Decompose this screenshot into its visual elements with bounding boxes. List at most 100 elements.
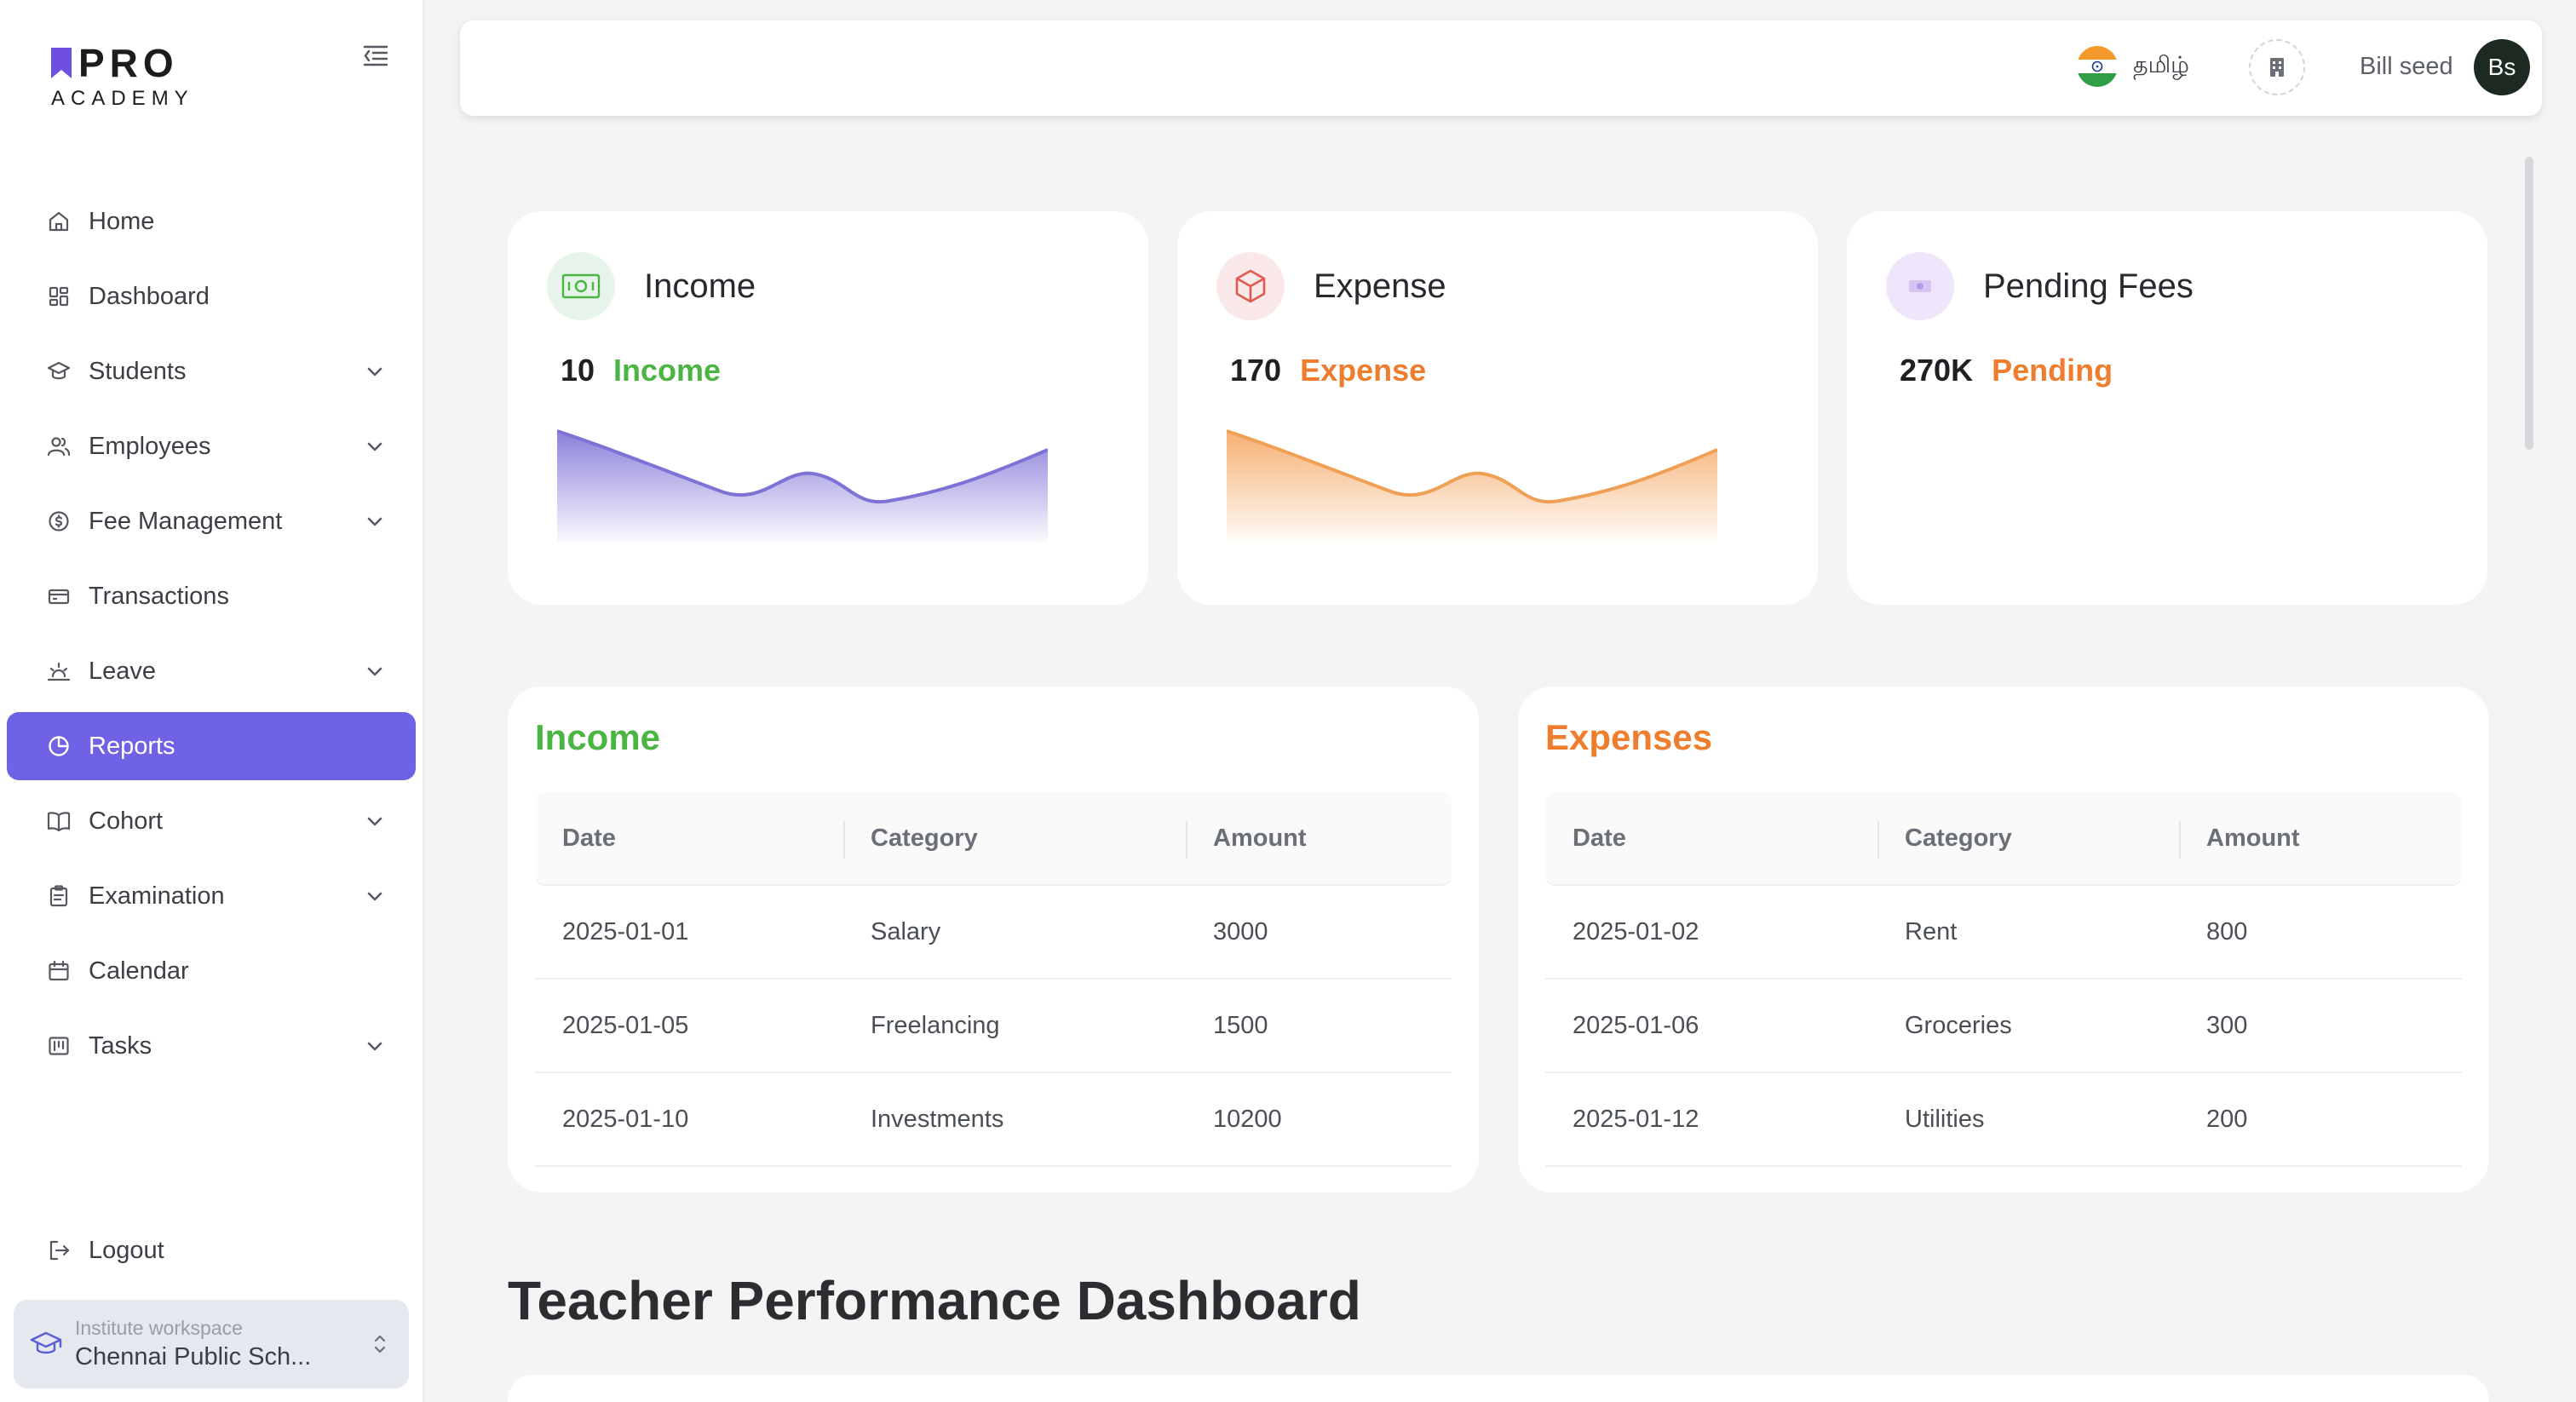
chevron-up-down-icon <box>374 1335 386 1353</box>
column-header-category[interactable]: Category <box>1877 820 2179 859</box>
sidebar-item-label: Transactions <box>89 582 229 610</box>
sidebar-item-employees[interactable]: Employees <box>7 412 416 480</box>
chevron-down-icon[interactable] <box>365 511 385 531</box>
expense-table-title: Expenses <box>1545 717 1713 757</box>
card-value-number: 10 <box>561 353 595 388</box>
brand-name: PRO <box>78 41 179 85</box>
main-scrollbar[interactable] <box>2525 157 2535 1402</box>
logout-button[interactable]: Logout <box>7 1216 416 1284</box>
sidebar-item-label: Cohort <box>89 807 164 835</box>
sidebar-item-students[interactable]: Students <box>7 337 416 405</box>
scrollbar-thumb[interactable] <box>2525 157 2533 450</box>
sidebar-item-cohort[interactable]: Cohort <box>7 787 416 855</box>
column-header-amount[interactable]: Amount <box>1186 820 1452 859</box>
cell-category: Rent <box>1905 917 1958 945</box>
card-value-number: 270K <box>1900 353 1974 388</box>
calendar-icon <box>46 958 72 984</box>
india-flag-icon <box>2077 46 2118 87</box>
cell-date: 2025-01-05 <box>562 1011 689 1039</box>
user-name[interactable]: Bill seed <box>2360 53 2453 81</box>
workspace-label: Institute workspace <box>75 1317 243 1339</box>
sidebar-item-label: Dashboard <box>89 282 210 310</box>
sidebar-item-tasks[interactable]: Tasks <box>7 1012 416 1080</box>
chevron-down-icon[interactable] <box>365 886 385 906</box>
column-header-date[interactable]: Date <box>1545 825 1877 853</box>
table-header: Date Category Amount <box>1545 792 2462 886</box>
income-stat-card: Income 10 Income <box>508 211 1148 605</box>
examination-icon <box>46 883 72 909</box>
cell-amount: 1500 <box>1213 1011 1268 1039</box>
logout-label: Logout <box>89 1236 164 1264</box>
workspace-switcher[interactable]: Institute workspace Chennai Public Sch..… <box>14 1300 409 1388</box>
sidebar-item-transactions[interactable]: Transactions <box>7 562 416 630</box>
cell-date: 2025-01-06 <box>1573 1011 1699 1039</box>
cell-amount: 200 <box>2206 1105 2248 1133</box>
table-row[interactable]: 2025-01-01 Salary 3000 <box>535 886 1452 980</box>
table-row[interactable]: 2025-01-12 Utilities 200 <box>1545 1073 2462 1167</box>
chevron-down-icon[interactable] <box>365 1036 385 1056</box>
cell-amount: 3000 <box>1213 917 1268 945</box>
collapse-sidebar-icon[interactable] <box>361 41 390 70</box>
sidebar-item-home[interactable]: Home <box>7 187 416 256</box>
table-row[interactable]: 2025-01-02 Rent 800 <box>1545 886 2462 980</box>
chevron-down-icon[interactable] <box>365 436 385 457</box>
cell-date: 2025-01-10 <box>562 1105 689 1133</box>
box-icon <box>1216 252 1285 320</box>
workspace-text: Institute workspace Chennai Public Sch..… <box>75 1317 370 1371</box>
students-icon <box>46 359 72 384</box>
sidebar-item-dashboard[interactable]: Dashboard <box>7 262 416 330</box>
avatar[interactable]: Bs <box>2474 39 2530 95</box>
sidebar-item-label: Home <box>89 207 155 235</box>
column-header-amount[interactable]: Amount <box>2179 820 2462 859</box>
chevron-down-icon[interactable] <box>365 661 385 681</box>
cell-category: Groceries <box>1905 1011 2012 1039</box>
sidebar-item-calendar[interactable]: Calendar <box>7 937 416 1005</box>
cohort-icon <box>46 808 72 834</box>
income-sparkline-area <box>557 431 1048 542</box>
chevron-down-icon[interactable] <box>365 361 385 382</box>
pending-fees-stat-card: Pending Fees 270K Pending <box>1847 211 2487 605</box>
graduation-cap-icon <box>30 1331 62 1354</box>
section-title: Teacher Performance Dashboard <box>508 1270 1361 1331</box>
brand-logo[interactable]: PRO ACADEMY <box>49 43 194 111</box>
language-label: தமிழ் <box>2133 51 2189 78</box>
table-row[interactable]: 2025-01-05 Freelancing 1500 <box>535 980 1452 1073</box>
expense-sparkline-area <box>1227 431 1717 542</box>
language-selector[interactable]: தமிழ் <box>2077 46 2189 87</box>
organization-button[interactable] <box>2249 39 2305 95</box>
cell-category: Investments <box>871 1105 1004 1133</box>
sidebar-item-examination[interactable]: Examination <box>7 862 416 930</box>
logout-container: Logout <box>7 1216 416 1291</box>
table-row[interactable]: 2025-01-06 Groceries 300 <box>1545 980 2462 1073</box>
expense-table-card: Expenses Date Category Amount 2025-01-02… <box>1518 687 2489 1192</box>
sidebar-item-label: Leave <box>89 657 157 685</box>
card-value: 170 Expense <box>1230 353 1426 388</box>
income-sparkline-chart <box>557 429 1048 542</box>
logout-icon <box>46 1238 72 1263</box>
transactions-icon <box>46 583 72 609</box>
column-header-category[interactable]: Category <box>843 820 1186 859</box>
sidebar-item-label: Examination <box>89 882 225 910</box>
sidebar-item-leave[interactable]: Leave <box>7 637 416 705</box>
card-title: Expense <box>1314 267 1446 305</box>
sidebar: PRO ACADEMY Home Dashboard Students Empl… <box>0 0 424 1402</box>
table-row[interactable]: 2025-01-10 Investments 10200 <box>535 1073 1452 1167</box>
top-bar: தமிழ் Bill seed Bs <box>460 20 2542 116</box>
sidebar-item-fee-management[interactable]: Fee Management <box>7 487 416 555</box>
card-value-number: 170 <box>1230 353 1282 388</box>
chevron-down-icon[interactable] <box>365 811 385 831</box>
cell-date: 2025-01-01 <box>562 917 689 945</box>
sidebar-item-label: Calendar <box>89 957 189 985</box>
leave-icon <box>46 658 72 684</box>
income-table: Date Category Amount 2025-01-01 Salary 3… <box>535 792 1452 1167</box>
sidebar-item-label: Employees <box>89 432 211 460</box>
sidebar-nav: Home Dashboard Students Employees Fee Ma… <box>7 187 416 1087</box>
tasks-icon <box>46 1033 72 1059</box>
column-header-date[interactable]: Date <box>535 825 843 853</box>
employees-icon <box>46 434 72 459</box>
sidebar-item-reports[interactable]: Reports <box>7 712 416 780</box>
expense-sparkline-chart <box>1227 429 1717 542</box>
income-table-card: Income Date Category Amount 2025-01-01 S… <box>508 687 1479 1192</box>
income-table-title: Income <box>535 717 661 757</box>
sidebar-item-label: Fee Management <box>89 507 283 535</box>
